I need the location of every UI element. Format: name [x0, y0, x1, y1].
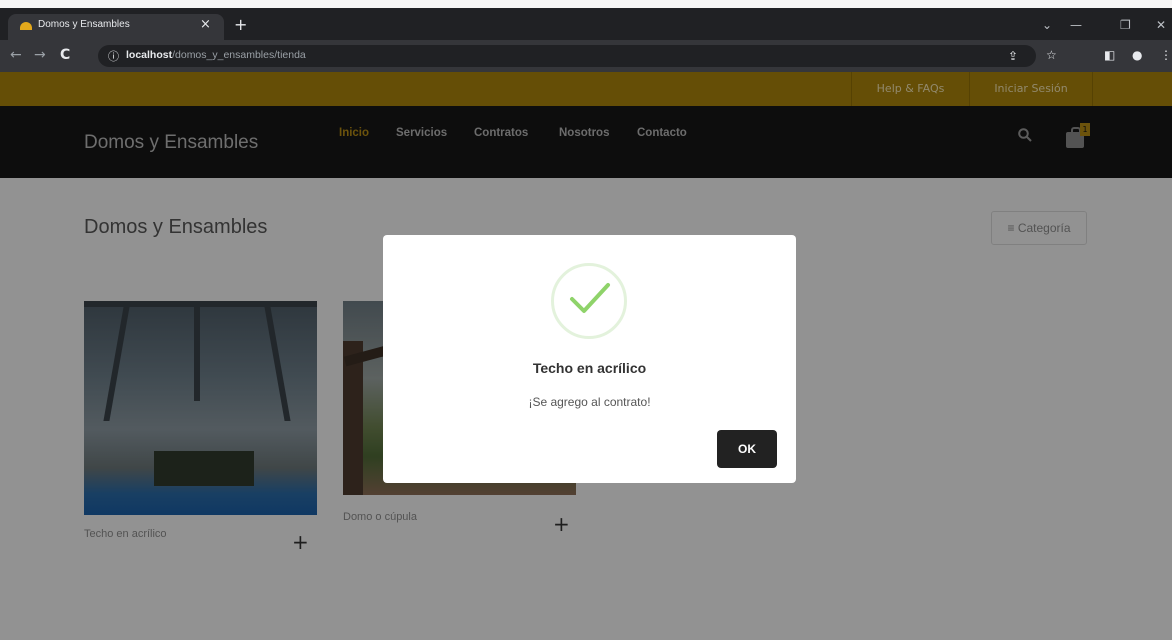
sidepanel-icon[interactable]: ◧: [1104, 48, 1115, 62]
tab-search-icon[interactable]: ⌄: [1042, 18, 1052, 32]
menu-icon[interactable]: ⋮: [1160, 48, 1172, 62]
success-check-icon: [570, 283, 610, 313]
dialog-message: ¡Se agrego al contrato!: [528, 395, 651, 409]
site-info-icon[interactable]: ⓘ: [108, 48, 119, 64]
url-field[interactable]: ⓘ localhost/domos_y_ensambles/tienda ⇪: [98, 45, 1036, 67]
dome-favicon-icon: [20, 22, 32, 30]
profile-icon[interactable]: ●: [1132, 48, 1142, 62]
modal-backdrop-top: [0, 72, 1172, 178]
minimize-button[interactable]: —: [1070, 18, 1082, 32]
top-strip: [0, 0, 1172, 8]
dialog-title: Techo en acrílico: [532, 360, 647, 376]
ok-button[interactable]: OK: [717, 430, 777, 468]
url-path: /domos_y_ensambles/tienda: [172, 49, 306, 61]
star-icon[interactable]: ☆: [1046, 48, 1057, 62]
reload-button[interactable]: C: [60, 47, 70, 63]
browser-tab[interactable]: Domos y Ensambles ×: [8, 14, 224, 40]
forward-button[interactable]: →: [34, 47, 46, 63]
tab-title: Domos y Ensambles: [38, 19, 130, 30]
tab-close-icon[interactable]: ×: [200, 17, 211, 32]
close-window-button[interactable]: ✕: [1156, 18, 1166, 32]
new-tab-button[interactable]: +: [234, 17, 247, 33]
url-host: localhost: [126, 49, 173, 61]
address-bar: ← → C ⓘ localhost/domos_y_ensambles/tien…: [0, 40, 1172, 72]
restore-button[interactable]: ❐: [1120, 18, 1131, 32]
back-button[interactable]: ←: [10, 47, 22, 63]
success-dialog: Techo en acrílico ¡Se agrego al contrato…: [383, 235, 796, 483]
browser-tab-bar: Domos y Ensambles × + ⌄ — ❐ ✕: [0, 8, 1172, 40]
share-icon[interactable]: ⇪: [1008, 49, 1018, 63]
url-text: localhost/domos_y_ensambles/tienda: [126, 49, 306, 61]
